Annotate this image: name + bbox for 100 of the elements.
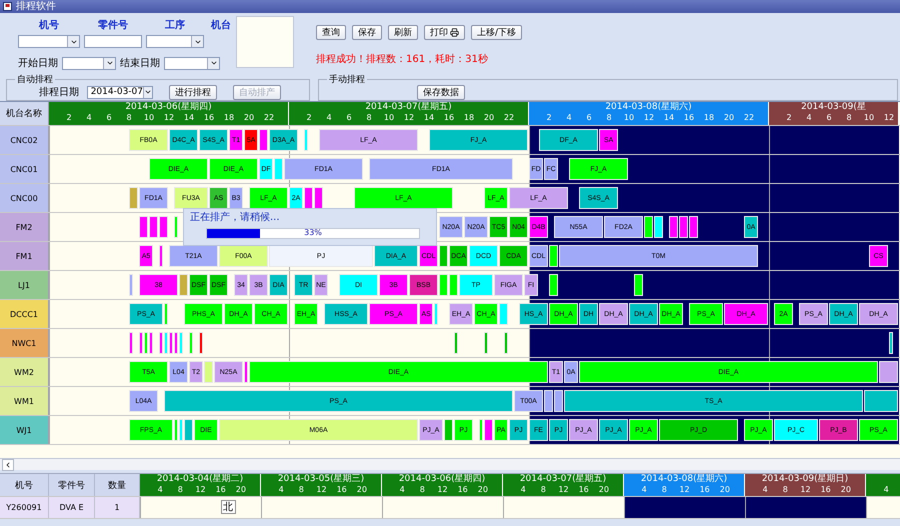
field-label: 开始日期	[18, 56, 58, 70]
date-field[interactable]	[164, 56, 220, 70]
caret-icon	[144, 88, 152, 96]
column-header: 机号	[0, 474, 49, 496]
task-bar[interactable]	[304, 187, 313, 209]
hour-tick: 8	[846, 113, 852, 123]
toolbar-button[interactable]: 查询	[316, 25, 346, 40]
field-label: 机号	[38, 19, 60, 33]
dropdown-button[interactable]	[143, 86, 152, 98]
task-bar[interactable]	[129, 332, 133, 354]
task-bar[interactable]	[444, 419, 453, 441]
dropdown-button[interactable]	[191, 36, 203, 47]
caret-icon	[210, 59, 218, 67]
hour-tick: 2	[306, 113, 312, 123]
toolbar-button[interactable]: 刷新	[388, 25, 418, 40]
hour-tick: 16	[444, 113, 454, 123]
input-field[interactable]	[84, 35, 142, 48]
task-bar[interactable]	[149, 216, 158, 238]
scroll-left-button[interactable]	[2, 458, 14, 470]
hour-tick: 16	[700, 485, 710, 495]
machine-name: CNC02	[0, 126, 49, 154]
task-bar[interactable]	[244, 361, 248, 383]
task-bar[interactable]	[179, 274, 188, 296]
task-bar[interactable]	[159, 332, 163, 354]
day-label: 2014-03-06(星期四)	[124, 102, 213, 113]
task-bar[interactable]	[544, 390, 553, 412]
task-bar[interactable]	[169, 332, 173, 354]
task-bar[interactable]	[129, 187, 138, 209]
task-bar[interactable]: 北	[220, 500, 236, 514]
hour-tick: 12	[679, 485, 690, 495]
task-bar[interactable]	[139, 332, 143, 354]
group-title: 自动排程	[16, 74, 54, 86]
hour-tick: 12	[164, 113, 174, 123]
hour-tick: 8	[606, 113, 612, 123]
task-bar[interactable]	[484, 419, 493, 441]
task-bar[interactable]	[554, 390, 563, 412]
hour-tick: 4	[566, 113, 572, 123]
hour-tick: 8	[298, 485, 304, 495]
hour-tick: 20	[356, 485, 367, 495]
task-bar[interactable]	[454, 332, 458, 354]
task-bar[interactable]	[259, 129, 268, 151]
toolbar-button[interactable]: 打印	[424, 25, 465, 40]
progress-message: 正在排产，请稍候...	[190, 210, 281, 224]
task-bar[interactable]	[439, 245, 448, 267]
task-bar[interactable]	[679, 216, 688, 238]
task-bar[interactable]	[689, 216, 698, 238]
hour-tick: 18	[464, 113, 474, 123]
machine-name: WM2	[0, 358, 49, 386]
combo-field[interactable]	[146, 35, 204, 48]
hour-tick: 8	[662, 485, 667, 495]
task-bar[interactable]	[504, 332, 508, 354]
day-label: 2014-03-06(星期四)	[398, 474, 486, 485]
hour-tick: 2	[546, 113, 552, 123]
window-title: 排程软件	[16, 0, 56, 13]
task-bar[interactable]	[129, 274, 133, 296]
machine-list[interactable]	[236, 16, 294, 68]
hour-tick: 20	[840, 485, 851, 495]
field-label: 排程日期	[39, 86, 79, 99]
hour-tick: 10	[144, 113, 154, 123]
date-field[interactable]: 2014-03-07	[87, 86, 153, 98]
hour-tick: 10	[624, 113, 634, 123]
toolbar-button[interactable]: 上移/下移	[471, 25, 522, 40]
toolbar-button[interactable]: 保存	[352, 25, 382, 40]
machine-name: FM1	[0, 242, 49, 270]
task-bar[interactable]	[889, 332, 893, 354]
hour-tick: 12	[644, 113, 654, 123]
save-data-button[interactable]: 保存数据	[417, 84, 465, 100]
task-bar[interactable]	[879, 361, 898, 383]
column-header: 数量	[95, 474, 140, 496]
hour-tick: 4	[762, 485, 768, 495]
hour-tick: 6	[346, 113, 352, 123]
hour-tick: 10	[384, 113, 394, 123]
table-cell: Y260091	[0, 497, 49, 518]
hour-tick: 6	[106, 113, 112, 123]
hour-tick: 16	[204, 113, 214, 123]
task-bar[interactable]	[199, 332, 203, 354]
hour-tick: 14	[664, 113, 674, 123]
dropdown-button[interactable]	[207, 58, 219, 68]
dropdown-button[interactable]	[103, 58, 115, 68]
combo-field[interactable]	[18, 35, 80, 48]
task-bar[interactable]	[139, 216, 148, 238]
task-bar[interactable]	[159, 245, 163, 267]
hour-tick: 12	[195, 485, 206, 495]
hour-tick: 16	[216, 485, 226, 495]
task-bar[interactable]	[669, 216, 678, 238]
task-bar[interactable]	[314, 187, 323, 209]
schedule-button[interactable]: 进行排程	[169, 84, 217, 100]
task-bar[interactable]	[159, 216, 168, 238]
date-field[interactable]	[62, 56, 116, 70]
hour-tick: 8	[366, 113, 372, 123]
horizontal-scrollbar[interactable]	[0, 458, 900, 470]
task-bar[interactable]	[184, 419, 193, 441]
task-bar[interactable]	[864, 390, 898, 412]
task-bar[interactable]	[174, 332, 178, 354]
hour-tick: 22	[744, 113, 754, 123]
dropdown-button[interactable]	[67, 36, 79, 47]
task-bar[interactable]	[149, 332, 153, 354]
day-label: 2014-03-04(星期二)	[156, 474, 244, 485]
hour-tick: 12	[437, 485, 448, 495]
task-bar[interactable]	[484, 332, 488, 354]
